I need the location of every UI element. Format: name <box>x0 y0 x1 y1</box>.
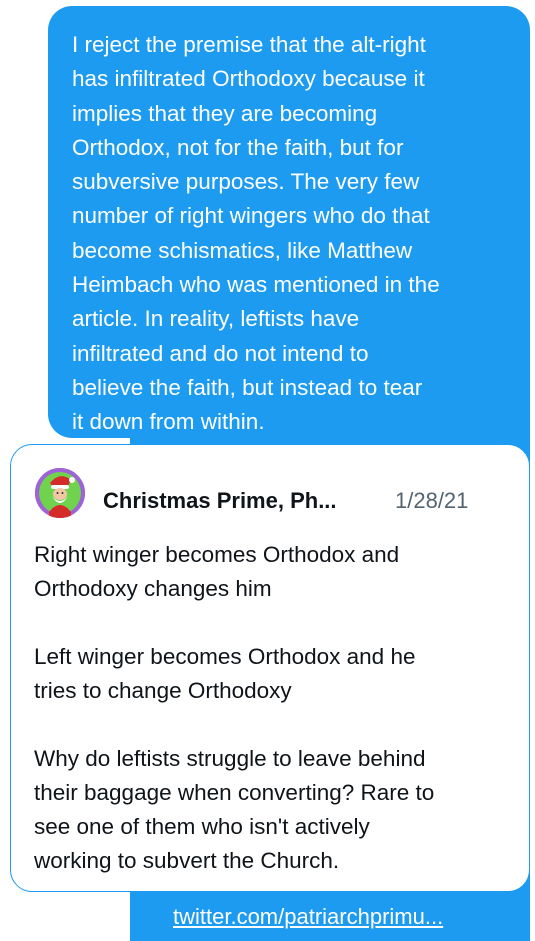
santa-avatar-icon[interactable] <box>35 468 85 518</box>
tweet-link[interactable]: twitter.com/patriarchprimu... <box>173 903 518 931</box>
quoted-tweet-card[interactable]: Christmas Prime, Ph... 1/28/21 Right win… <box>10 444 530 892</box>
quoted-tweet-text: Right winger becomes Orthodox and Orthod… <box>34 542 435 873</box>
author-name[interactable]: Christmas Prime, Ph... <box>103 488 385 514</box>
dm-conversation: I reject the premise that the alt-right … <box>0 0 535 941</box>
message-text: I reject the premise that the alt-right … <box>72 32 440 435</box>
tweet-date: 1/28/21 <box>395 488 469 513</box>
avatar-image <box>35 468 85 518</box>
